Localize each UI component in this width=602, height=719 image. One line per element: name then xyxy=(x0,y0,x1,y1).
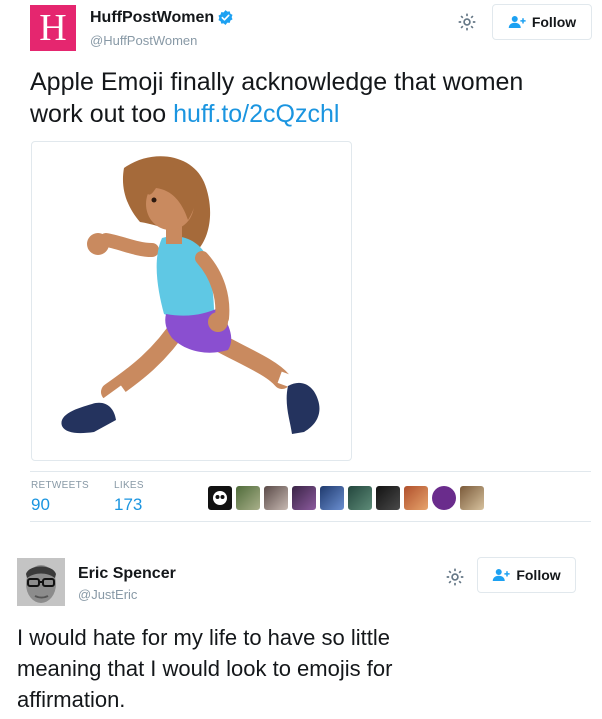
tweet1-text: Apple Emoji finally acknowledge that wom… xyxy=(30,66,575,130)
tweet1-author-name[interactable]: HuffPostWomen xyxy=(90,9,214,26)
verified-badge-icon xyxy=(218,10,233,26)
liker-avatar[interactable] xyxy=(320,486,344,510)
liker-avatar[interactable] xyxy=(264,486,288,510)
liker-avatar[interactable] xyxy=(292,486,316,510)
tweet2-author-name[interactable]: Eric Spencer xyxy=(78,565,176,583)
follow-label: Follow xyxy=(531,14,577,30)
liker-avatar[interactable] xyxy=(376,486,400,510)
liker-avatar[interactable] xyxy=(236,486,260,510)
tweet2-handle[interactable]: @JustEric xyxy=(78,587,137,602)
liker-avatar[interactable] xyxy=(208,486,232,510)
gear-icon[interactable] xyxy=(457,12,477,32)
liker-avatar[interactable] xyxy=(348,486,372,510)
liker-avatar[interactable] xyxy=(432,486,456,510)
tweet1-stats-top-divider xyxy=(30,471,591,472)
retweets-count[interactable]: 90 xyxy=(31,495,50,515)
follow-person-plus-icon xyxy=(508,16,526,28)
likes-label: LIKES xyxy=(114,480,144,491)
tweet2-text: I would hate for my life to have so litt… xyxy=(17,622,592,715)
follow-person-plus-icon xyxy=(493,569,510,581)
tweet2-text-line: affirmation. xyxy=(17,687,126,712)
tweet2-text-line: I would hate for my life to have so litt… xyxy=(17,625,390,650)
tweet2-follow-button[interactable]: Follow xyxy=(477,557,576,593)
likers-avatars xyxy=(208,486,484,510)
follow-label: Follow xyxy=(516,567,561,583)
eric-spencer-avatar[interactable] xyxy=(17,558,65,606)
likes-count[interactable]: 173 xyxy=(114,495,142,515)
tweet1-link[interactable]: huff.to/2cQzchl xyxy=(173,100,339,128)
retweets-label: RETWEETS xyxy=(31,480,89,491)
tweet1-stats-bottom-divider xyxy=(30,521,591,522)
tweet2-text-line: meaning that I would look to emojis for xyxy=(17,656,393,681)
liker-avatar[interactable] xyxy=(404,486,428,510)
running-woman-emoji-icon xyxy=(61,156,320,434)
tweet1-author[interactable]: HuffPostWomen xyxy=(90,9,234,27)
tweet1-media[interactable] xyxy=(31,141,352,461)
tweet1-follow-button[interactable]: Follow xyxy=(492,4,592,40)
tweet1-handle[interactable]: @HuffPostWomen xyxy=(90,33,197,48)
liker-avatar[interactable] xyxy=(460,486,484,510)
avatar-letter: H xyxy=(39,7,67,49)
huffpost-avatar[interactable]: H xyxy=(30,5,76,51)
gear-icon[interactable] xyxy=(445,567,465,587)
